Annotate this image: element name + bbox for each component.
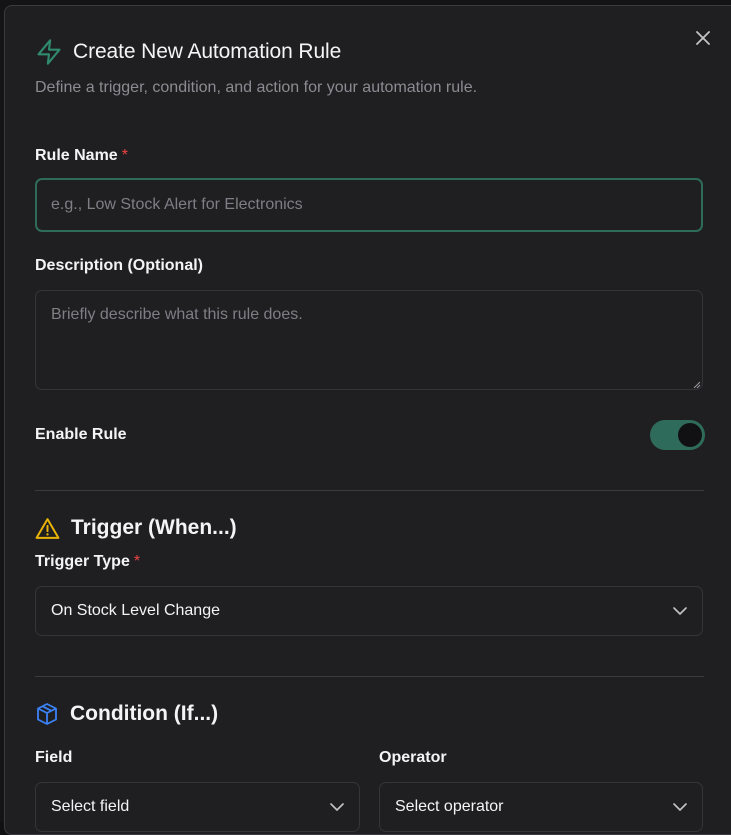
trigger-type-label: Trigger Type *	[35, 553, 140, 571]
required-marker: *	[133, 553, 141, 570]
create-rule-dialog: Create New Automation Rule Define a trig…	[4, 5, 731, 835]
chevron-down-icon	[330, 803, 344, 811]
trigger-type-label-text: Trigger Type	[35, 553, 130, 570]
rule-name-input[interactable]	[35, 178, 703, 232]
close-button[interactable]	[691, 26, 715, 50]
dialog-title: Create New Automation Rule	[73, 40, 342, 63]
chevron-down-icon	[673, 607, 687, 615]
operator-select-value: Select operator	[395, 798, 504, 815]
operator-select[interactable]: Select operator	[379, 782, 703, 832]
dialog-subtitle: Define a trigger, condition, and action …	[35, 79, 478, 96]
dialog-header: Create New Automation Rule	[35, 38, 341, 66]
enable-rule-toggle[interactable]	[650, 420, 705, 450]
resize-grip-icon[interactable]	[693, 381, 701, 389]
operator-label: Operator	[379, 749, 447, 766]
section-divider	[35, 676, 704, 677]
lightning-icon	[37, 39, 61, 65]
trigger-section-title: Trigger (When...)	[71, 516, 237, 539]
toggle-knob	[678, 423, 702, 447]
field-select[interactable]: Select field	[35, 782, 360, 832]
condition-section-header: Condition (If...)	[35, 702, 218, 726]
chevron-down-icon	[673, 803, 687, 811]
field-select-value: Select field	[51, 798, 130, 815]
required-marker: *	[121, 147, 128, 164]
trigger-type-value: On Stock Level Change	[51, 602, 220, 619]
field-label: Field	[35, 749, 73, 766]
description-textarea[interactable]	[35, 290, 703, 390]
rule-name-label: Rule Name *	[35, 147, 128, 165]
box-icon	[37, 703, 57, 725]
description-label: Description (Optional)	[35, 257, 203, 274]
section-divider	[35, 490, 704, 491]
close-icon	[696, 31, 710, 45]
trigger-section-header: Trigger (When...)	[35, 516, 237, 540]
warning-icon	[35, 517, 60, 539]
condition-section-title: Condition (If...)	[70, 702, 219, 725]
trigger-type-select[interactable]: On Stock Level Change	[35, 586, 703, 636]
rule-name-label-text: Rule Name	[35, 147, 118, 164]
enable-rule-label: Enable Rule	[35, 426, 127, 443]
